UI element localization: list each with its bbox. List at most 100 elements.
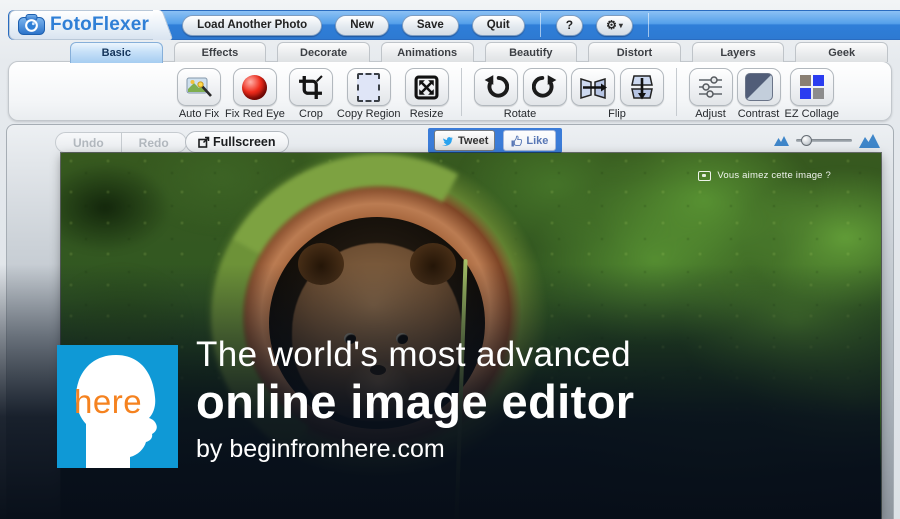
camera-icon xyxy=(18,14,45,35)
tab-animations[interactable]: Animations xyxy=(380,42,474,62)
adjust-sliders-icon xyxy=(699,76,723,98)
quit-button[interactable]: Quit xyxy=(471,14,525,36)
contrast-button[interactable] xyxy=(736,68,781,106)
zoom-slider-track[interactable] xyxy=(796,134,852,146)
topbar-divider xyxy=(539,13,541,37)
resize-button[interactable] xyxy=(404,68,449,106)
tab-basic[interactable]: Basic xyxy=(70,42,163,63)
fullscreen-icon xyxy=(198,136,210,148)
fix-red-eye-label: Fix Red Eye xyxy=(225,108,285,120)
gear-icon: ⚙ xyxy=(606,18,617,32)
rotate-label: Rotate xyxy=(503,108,537,120)
zoom-slider-knob[interactable] xyxy=(801,134,812,146)
fix-red-eye-button[interactable] xyxy=(232,68,277,106)
app-window: FotoFlexer Load Another Photo New Save Q… xyxy=(0,0,900,519)
tool-copy-region: Copy Region xyxy=(337,68,401,120)
flip-vertical-icon xyxy=(630,75,653,100)
rotate-left-button[interactable] xyxy=(473,68,518,106)
promo-line-2: online image editor xyxy=(196,374,635,428)
topbar-buttons: Load Another Photo New Save Quit ? ⚙ ▾ xyxy=(182,13,651,37)
rotate-left-icon xyxy=(484,75,509,98)
undo-button[interactable]: Undo xyxy=(55,132,122,153)
fullscreen-button[interactable]: Fullscreen xyxy=(185,131,289,153)
copy-region-icon xyxy=(357,72,381,102)
settings-gear-button[interactable]: ⚙ ▾ xyxy=(596,14,633,36)
auto-fix-label: Auto Fix xyxy=(178,108,220,120)
tab-layers[interactable]: Layers xyxy=(691,42,785,62)
ez-collage-icon xyxy=(799,75,824,99)
tool-ez-collage: EZ Collage xyxy=(785,68,839,120)
copy-region-button[interactable] xyxy=(346,68,391,106)
tab-beautify[interactable]: Beautify xyxy=(484,42,578,62)
tool-resize: Resize xyxy=(404,68,449,120)
like-button[interactable]: Like xyxy=(503,130,557,151)
promo-line-3: by beginfromhere.com xyxy=(196,434,445,463)
new-button[interactable]: New xyxy=(335,14,389,36)
tab-strip: Basic Effects Decorate Animations Beauti… xyxy=(70,42,888,63)
crop-label: Crop xyxy=(299,108,323,120)
flip-vertical-button[interactable] xyxy=(619,68,664,106)
thumb-up-icon xyxy=(511,135,523,146)
tool-fix-red-eye: Fix Red Eye xyxy=(225,68,285,120)
here-logo: here xyxy=(57,345,178,468)
toolbar-basic: Auto Fix Fix Red Eye Crop Copy Region Re… xyxy=(8,61,892,121)
tab-distort[interactable]: Distort xyxy=(588,42,681,62)
tab-decorate[interactable]: Decorate xyxy=(277,42,370,62)
tweet-button[interactable]: Tweet xyxy=(434,130,496,151)
social-share-strip: Tweet Like xyxy=(428,128,563,153)
zoom-out-mountain-icon xyxy=(774,136,789,146)
photo-frame-icon xyxy=(698,170,712,181)
help-button[interactable]: ? xyxy=(555,14,584,36)
tool-contrast: Contrast xyxy=(736,68,781,120)
zoom-control xyxy=(774,133,880,148)
app-logo: FotoFlexer xyxy=(9,9,154,40)
topbar-divider-2 xyxy=(647,13,649,37)
rotate-right-button[interactable] xyxy=(522,68,567,106)
promo-overlay: here The world's most advanced online im… xyxy=(0,264,880,519)
contrast-icon xyxy=(744,73,773,101)
load-another-photo-button[interactable]: Load Another Photo xyxy=(182,14,323,36)
tool-crop: Crop xyxy=(288,68,333,120)
tool-rotate-group: Rotate xyxy=(473,68,567,120)
promo-line-1: The world's most advanced xyxy=(196,335,631,374)
crop-icon xyxy=(299,74,324,99)
tool-auto-fix: Auto Fix xyxy=(177,68,221,120)
adjust-button[interactable] xyxy=(688,68,733,106)
resize-icon xyxy=(414,75,439,99)
ez-collage-label: EZ Collage xyxy=(784,108,839,120)
red-eye-icon xyxy=(242,74,268,100)
top-bar: FotoFlexer Load Another Photo New Save Q… xyxy=(8,9,900,40)
promo-text: The world's most advanced online image e… xyxy=(196,336,635,463)
resize-label: Resize xyxy=(409,108,444,120)
flip-horizontal-button[interactable] xyxy=(570,68,615,106)
crop-button[interactable] xyxy=(288,68,333,106)
brand-name: FotoFlexer xyxy=(50,13,150,35)
like-label: Like xyxy=(526,134,549,147)
flip-label: Flip xyxy=(608,108,626,120)
tab-effects[interactable]: Effects xyxy=(173,42,267,62)
chevron-down-icon: ▾ xyxy=(618,20,623,30)
save-button[interactable]: Save xyxy=(401,14,459,36)
photo-caption: Vous aimez cette image ? xyxy=(698,170,831,181)
undo-redo-group: Undo Redo xyxy=(55,132,187,153)
copy-region-label: Copy Region xyxy=(336,108,401,120)
tweet-label: Tweet xyxy=(458,134,489,147)
toolbar-separator-2 xyxy=(675,68,677,116)
fullscreen-label: Fullscreen xyxy=(213,135,276,149)
tool-adjust: Adjust xyxy=(688,68,733,120)
contrast-label: Contrast xyxy=(737,108,780,120)
rotate-right-icon xyxy=(531,75,556,98)
here-logo-text: here xyxy=(74,383,143,420)
ez-collage-button[interactable] xyxy=(789,68,834,106)
twitter-bird-icon xyxy=(442,136,453,146)
redo-button[interactable]: Redo xyxy=(121,132,187,153)
tab-geek[interactable]: Geek xyxy=(795,42,888,62)
zoom-in-mountain-icon xyxy=(859,134,880,148)
tool-flip-group: Flip xyxy=(570,68,664,120)
adjust-label: Adjust xyxy=(695,108,726,120)
flip-horizontal-icon xyxy=(579,77,607,99)
auto-fix-icon xyxy=(186,77,212,97)
auto-fix-button[interactable] xyxy=(177,68,221,106)
photo-caption-text: Vous aimez cette image ? xyxy=(717,170,831,181)
toolbar-separator xyxy=(460,68,462,116)
